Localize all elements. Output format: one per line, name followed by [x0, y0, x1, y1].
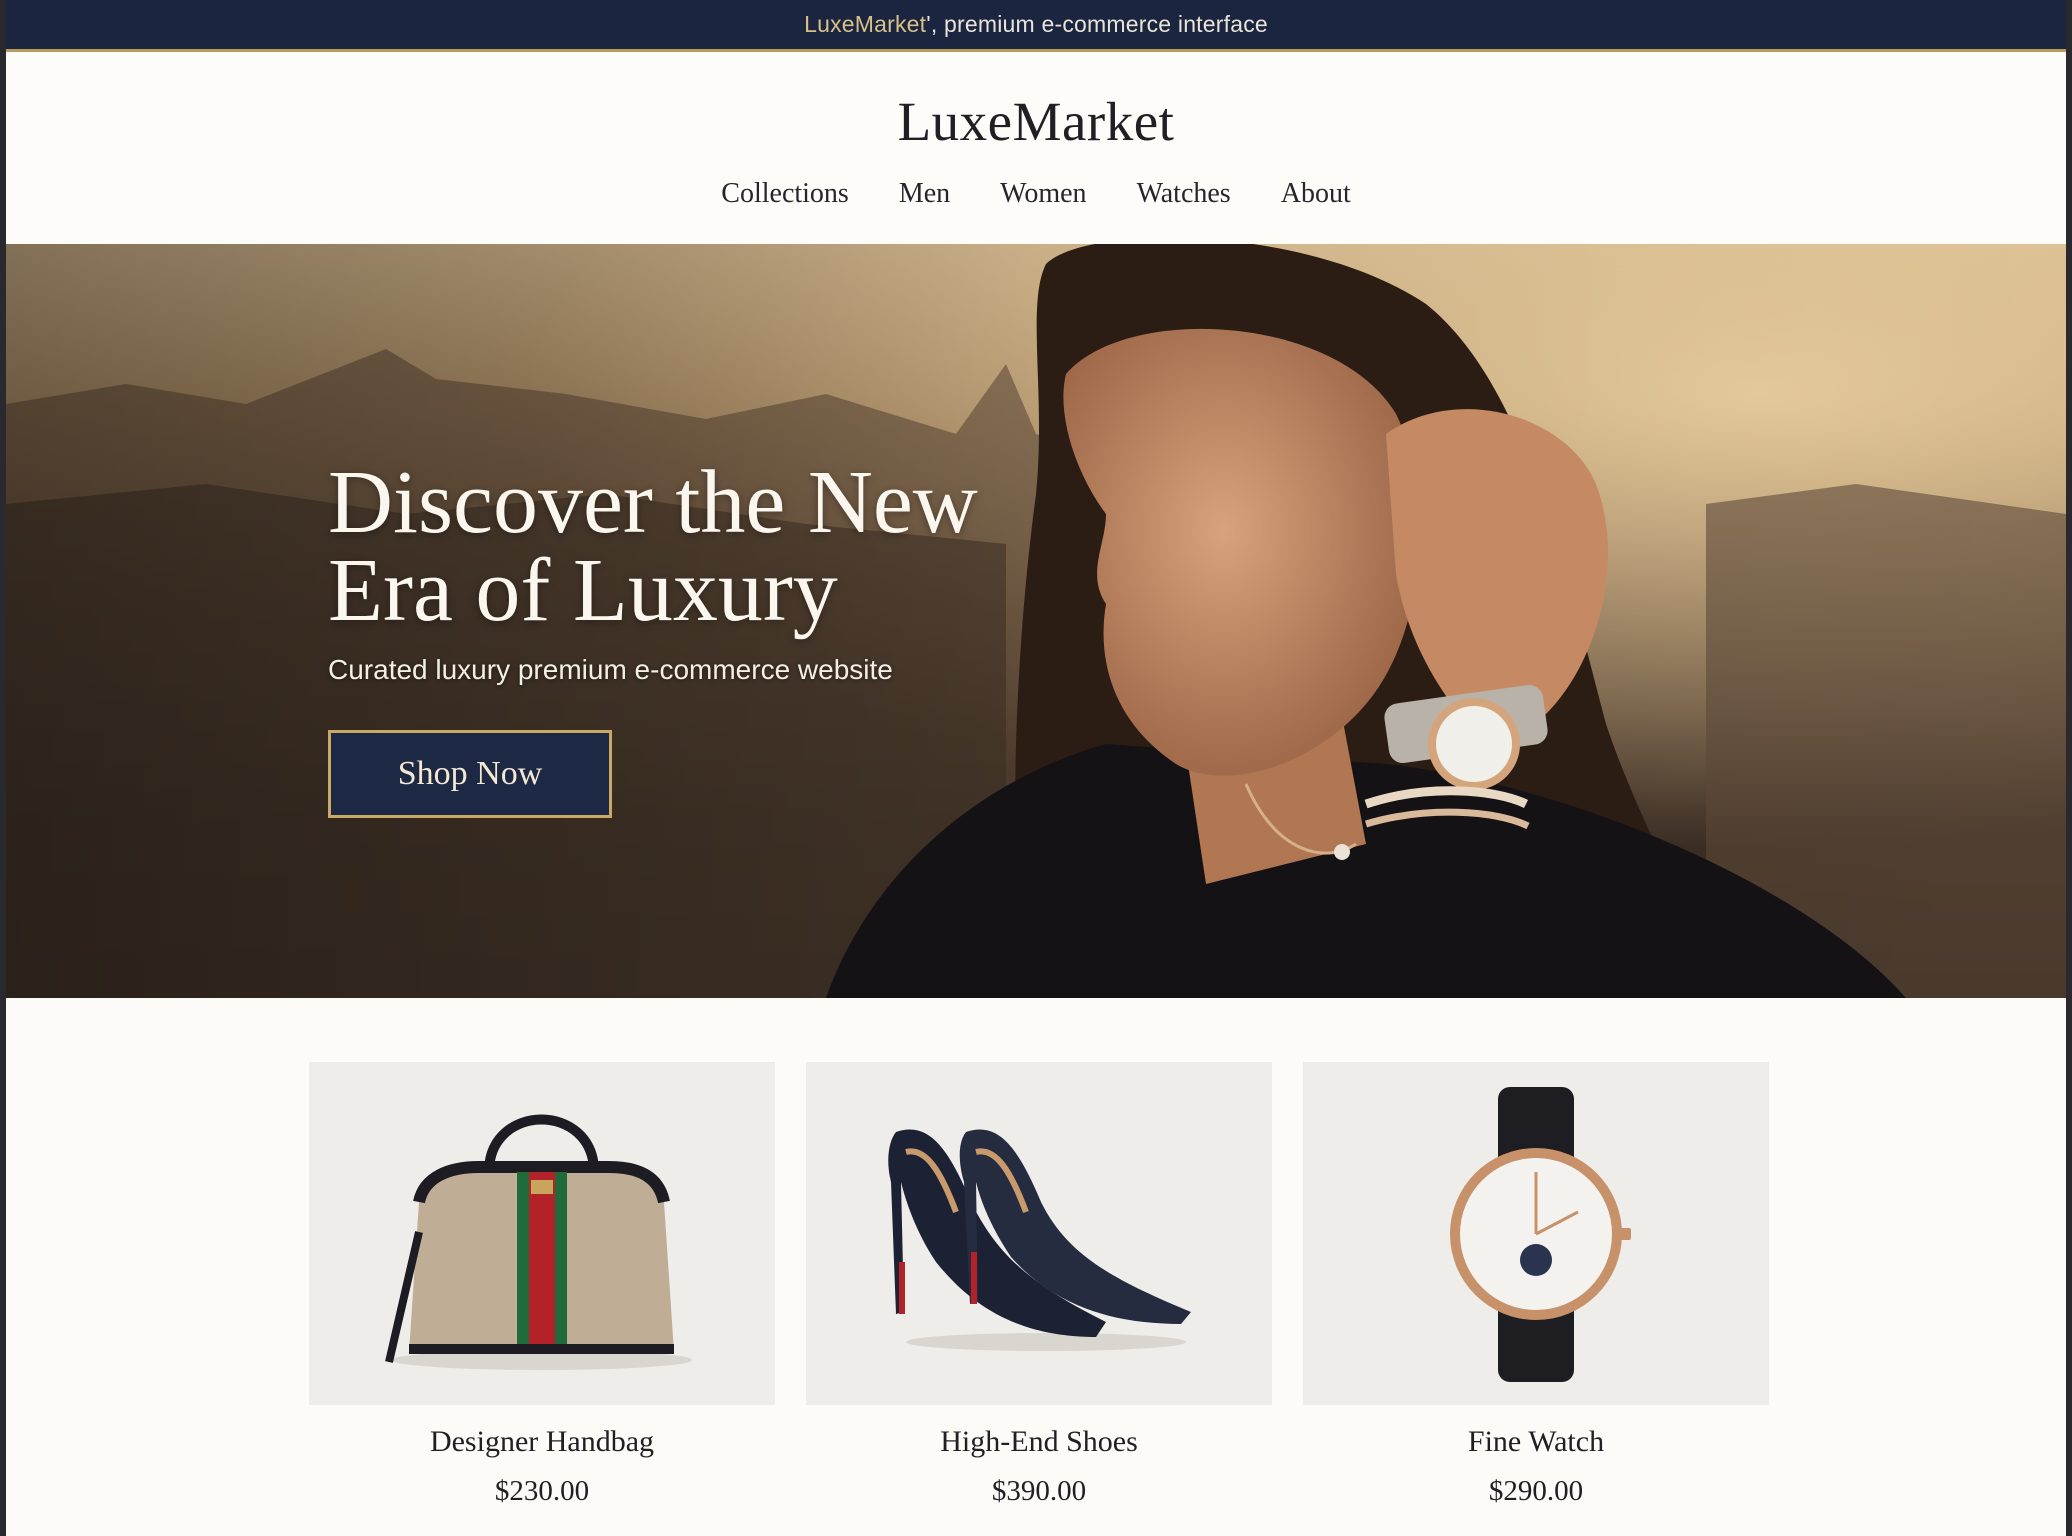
shoes-icon [888, 1129, 1191, 1351]
hero-title: Discover the New Era of Luxury [328, 458, 978, 636]
nav-item-women[interactable]: Women [1000, 178, 1086, 210]
main-nav: Collections Men Women Watches About [6, 178, 2066, 210]
hero-title-line-2: Era of Luxury [328, 541, 838, 640]
hero-subtitle: Curated luxury premium e-commerce websit… [328, 654, 893, 685]
nav-item-watches[interactable]: Watches [1137, 178, 1231, 210]
shoes-image[interactable] [806, 1062, 1272, 1405]
watch-icon [1450, 1087, 1631, 1382]
nav-item-collections[interactable]: Collections [721, 178, 849, 210]
product-card-shoes[interactable]: High-End Shoes $390.00 [806, 1062, 1272, 1508]
handbag-image[interactable] [309, 1062, 775, 1405]
hero-banner: Discover the New Era of Luxury Curated l… [6, 244, 2066, 998]
announcement-brand: LuxeMarket [804, 11, 927, 37]
product-grid: Designer Handbag $230.00 High-End Shoes … [6, 998, 2066, 1536]
nav-item-men[interactable]: Men [899, 178, 950, 210]
hero-image [6, 244, 2066, 998]
announcement-bar: LuxeMarket ', premium e-commerce interfa… [6, 0, 2066, 52]
product-name[interactable]: High-End Shoes [806, 1425, 1272, 1459]
hero-title-line-1: Discover the New [328, 453, 978, 552]
product-card-handbag[interactable]: Designer Handbag $230.00 [309, 1062, 775, 1508]
page-frame: LuxeMarket ', premium e-commerce interfa… [6, 0, 2066, 1536]
product-price: $290.00 [1488, 1475, 1584, 1507]
product-price: $390.00 [991, 1475, 1087, 1507]
site-header: LuxeMarket Collections Men Women Watches… [6, 55, 2066, 244]
announcement-text: ', premium e-commerce interface [926, 11, 1268, 37]
site-logo[interactable]: LuxeMarket [6, 90, 2066, 153]
product-name[interactable]: Designer Handbag [309, 1425, 775, 1459]
product-name[interactable]: Fine Watch [1303, 1425, 1769, 1459]
handbag-icon [385, 1114, 692, 1370]
shop-now-button[interactable]: Shop Now [328, 730, 612, 818]
watch-image[interactable] [1303, 1062, 1769, 1405]
product-card-watch[interactable]: Fine Watch $290.00 [1303, 1062, 1769, 1508]
product-price: $230.00 [494, 1475, 590, 1507]
nav-item-about[interactable]: About [1281, 178, 1351, 210]
